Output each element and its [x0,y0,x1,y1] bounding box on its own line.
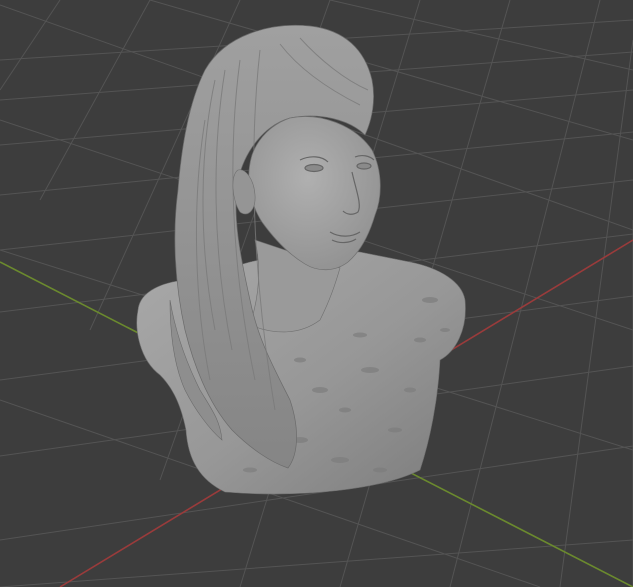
viewport-canvas[interactable] [0,0,633,587]
3d-viewport[interactable] [0,0,633,587]
bust-model[interactable] [136,25,466,495]
